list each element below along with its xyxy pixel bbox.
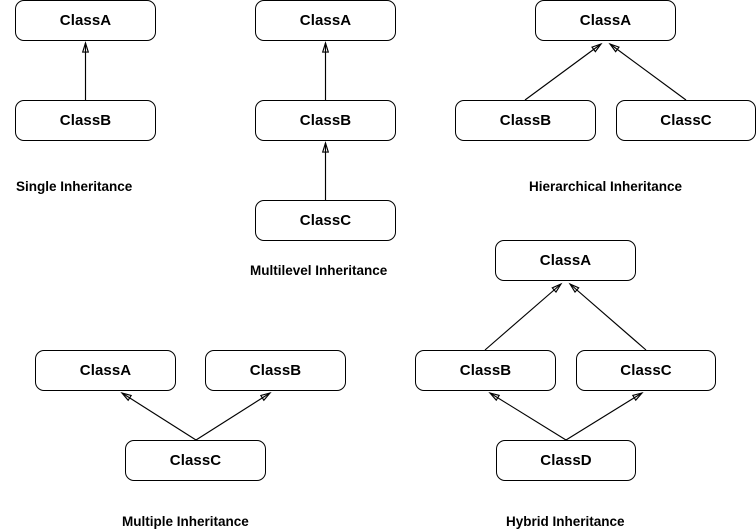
group-caption-hybrid: Hybrid Inheritance xyxy=(506,514,625,529)
class-box-label: ClassB xyxy=(249,362,302,379)
inheritance-arrow xyxy=(565,391,644,441)
inheritance-arrow xyxy=(321,41,330,100)
inheritance-arrow xyxy=(484,282,563,351)
group-caption-hierarchical: Hierarchical Inheritance xyxy=(529,179,683,194)
class-box-single-classa[interactable]: ClassA xyxy=(15,0,156,41)
inheritance-arrow xyxy=(488,391,567,441)
inheritance-arrow xyxy=(321,141,330,200)
inheritance-arrow xyxy=(568,282,647,351)
class-box-label: ClassB xyxy=(59,112,112,129)
class-box-label: ClassC xyxy=(660,112,712,129)
inheritance-diagram-canvas: ClassA ClassB Single Inheritance ClassA Clas… xyxy=(0,0,756,531)
class-box-label: ClassB xyxy=(459,362,512,379)
class-box-hybrid-classc[interactable]: ClassC xyxy=(576,350,716,391)
class-box-hierarchical-classc[interactable]: ClassC xyxy=(616,100,756,141)
group-caption-multilevel: Multilevel Inheritance xyxy=(250,263,388,278)
class-box-label: ClassC xyxy=(169,452,222,469)
class-box-multilevel-classa[interactable]: ClassA xyxy=(255,0,396,41)
class-box-multilevel-classc[interactable]: ClassC xyxy=(255,200,396,241)
class-box-label: ClassB xyxy=(499,112,552,129)
class-box-hierarchical-classa[interactable]: ClassA xyxy=(535,0,676,41)
class-box-label: ClassC xyxy=(299,212,352,229)
inheritance-arrow xyxy=(608,42,687,101)
inheritance-arrow xyxy=(81,41,90,100)
class-box-hierarchical-classb[interactable]: ClassB xyxy=(455,100,596,141)
inheritance-arrow xyxy=(524,42,603,101)
class-box-multilevel-classb[interactable]: ClassB xyxy=(255,100,396,141)
class-box-label: ClassA xyxy=(59,12,112,29)
class-box-hybrid-classa[interactable]: ClassA xyxy=(495,240,636,281)
class-box-label: ClassA xyxy=(299,12,352,29)
class-box-label: ClassB xyxy=(299,112,352,129)
class-box-label: ClassD xyxy=(540,452,592,469)
class-box-multiple-classc[interactable]: ClassC xyxy=(125,440,266,481)
class-box-hybrid-classd[interactable]: ClassD xyxy=(496,440,636,481)
class-box-multiple-classb[interactable]: ClassB xyxy=(205,350,346,391)
class-box-hybrid-classb[interactable]: ClassB xyxy=(415,350,556,391)
group-caption-multiple: Multiple Inheritance xyxy=(122,514,249,529)
class-box-label: ClassA xyxy=(539,252,592,269)
class-box-single-classb[interactable]: ClassB xyxy=(15,100,156,141)
class-box-label: ClassA xyxy=(579,12,632,29)
inheritance-arrow xyxy=(120,391,197,441)
class-box-multiple-classa[interactable]: ClassA xyxy=(35,350,176,391)
group-caption-single: Single Inheritance xyxy=(16,179,133,194)
inheritance-arrow xyxy=(195,391,272,441)
class-box-label: ClassC xyxy=(620,362,672,379)
class-box-label: ClassA xyxy=(79,362,132,379)
